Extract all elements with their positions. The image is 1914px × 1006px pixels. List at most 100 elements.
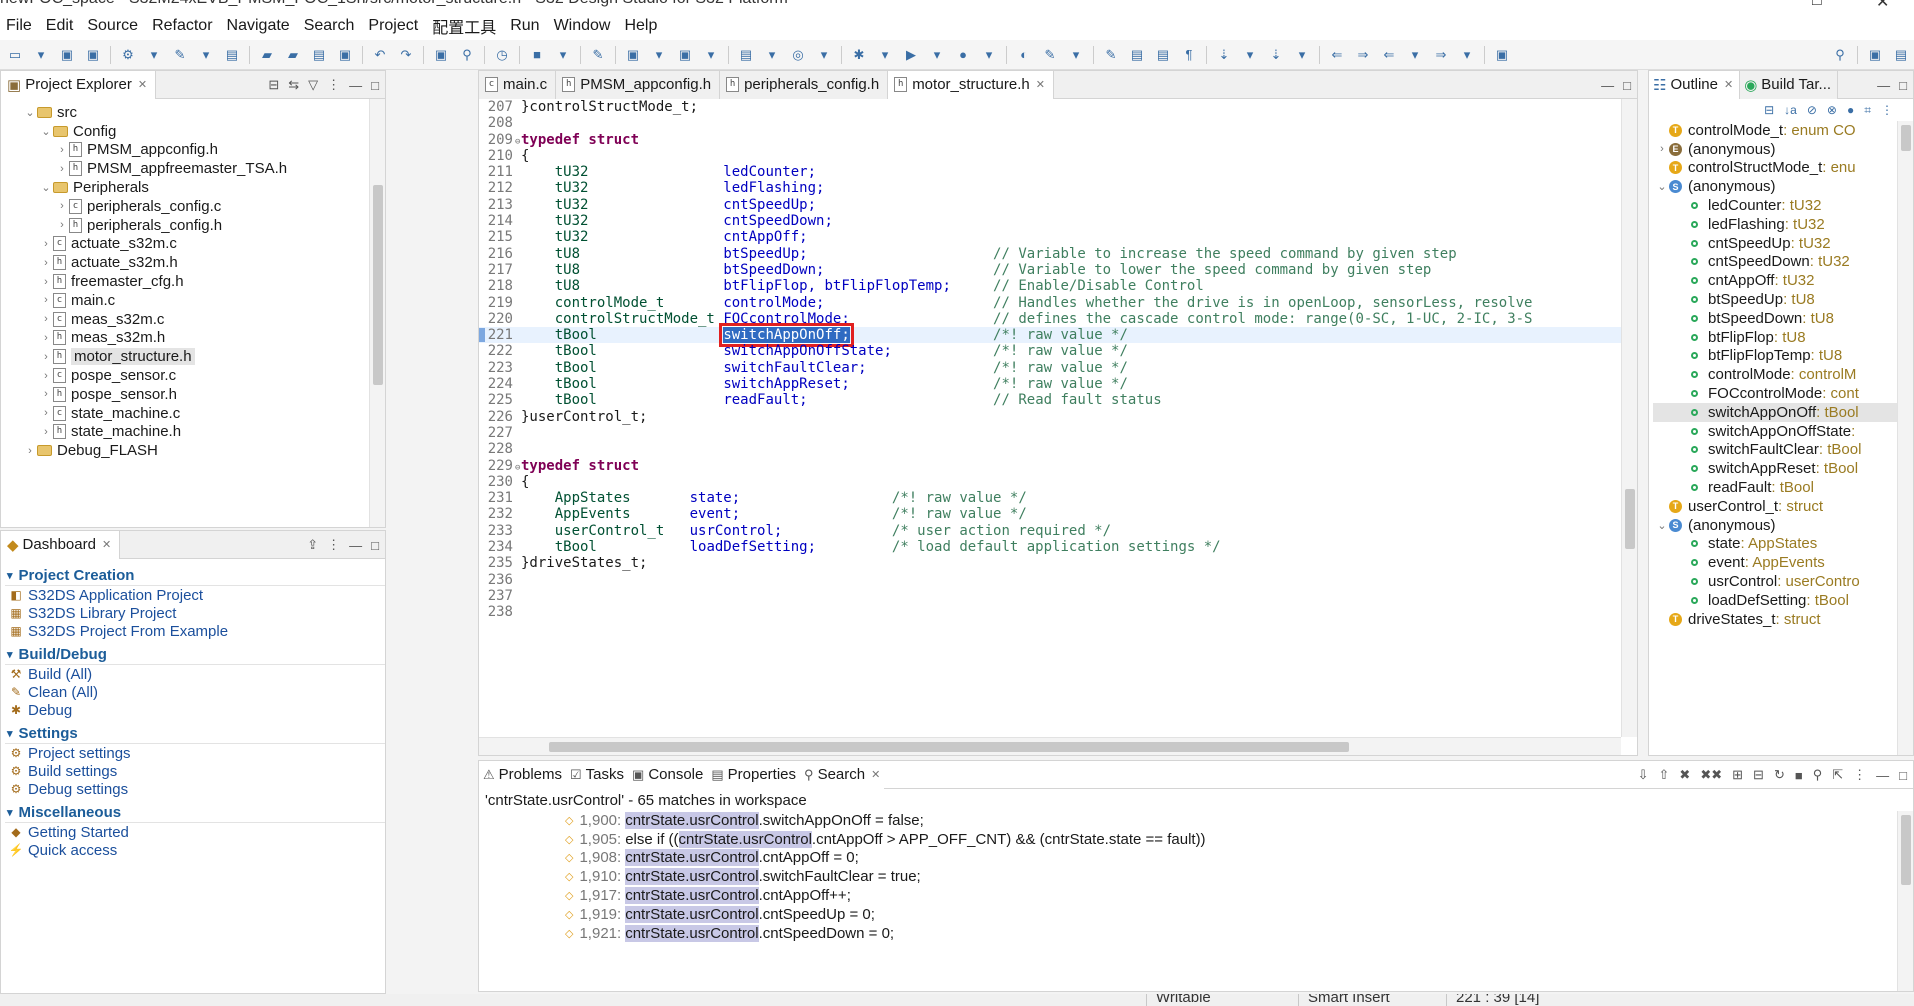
search-icon[interactable]: ⚲: [1830, 45, 1850, 65]
twisty-icon[interactable]: ⌄: [23, 106, 37, 119]
dashboard-link[interactable]: ⚒ Build (All): [1, 665, 385, 683]
toolbar-button-icon[interactable]: ◐: [1014, 45, 1034, 65]
tree-item[interactable]: › h pospe_sensor.h: [1, 385, 385, 404]
maximize-icon[interactable]: □: [1623, 78, 1631, 93]
outline-item[interactable]: usrControl : userContro: [1653, 572, 1913, 591]
toolbar-button-icon[interactable]: ▾: [814, 45, 834, 65]
menu-item[interactable]: Run: [504, 17, 547, 35]
tab-outline[interactable]: ☷ Outline ✕: [1649, 71, 1741, 99]
toolbar-button-icon[interactable]: ▾: [927, 45, 947, 65]
menu-item[interactable]: Window: [548, 17, 619, 35]
twisty-icon[interactable]: ›: [39, 257, 53, 269]
section-header[interactable]: ▾ Build/Debug: [1, 644, 385, 664]
outline-item[interactable]: switchFaultClear : tBool: [1653, 441, 1913, 460]
tab-console[interactable]: ▣ Console: [628, 761, 708, 789]
prev-match-icon[interactable]: ⇧: [1659, 767, 1670, 783]
dashboard-link[interactable]: ✎ Clean (All): [1, 683, 385, 701]
toolbar-button-icon[interactable]: ↶: [370, 45, 390, 65]
history-icon[interactable]: ⚲: [1813, 767, 1823, 783]
outline-item[interactable]: ⌄ S (anonymous): [1653, 177, 1913, 196]
twisty-icon[interactable]: ⌄: [39, 125, 53, 138]
outline-item[interactable]: loadDefSetting : tBool: [1653, 591, 1913, 610]
toolbar-button-icon[interactable]: ▾: [1292, 45, 1312, 65]
editor-vscrollbar[interactable]: [1621, 99, 1637, 737]
tree-item[interactable]: › c meas_s32m.c: [1, 310, 385, 329]
code-area[interactable]: 207}controlStructMode_t; 208 209 ⊖typedef s…: [479, 99, 1621, 737]
close-icon[interactable]: ✕: [871, 768, 880, 781]
tab-tasks[interactable]: ☑ Tasks: [566, 761, 629, 789]
tree-item[interactable]: › c actuate_s32m.c: [1, 235, 385, 254]
twisty-icon[interactable]: ›: [39, 276, 53, 288]
toolbar-button-icon[interactable]: ✱: [849, 45, 869, 65]
toolbar-button-icon[interactable]: ▤: [1153, 45, 1173, 65]
twisty-icon[interactable]: ›: [39, 332, 53, 344]
toolbar-button-icon[interactable]: ▣: [431, 45, 451, 65]
tree-item[interactable]: › c pospe_sensor.c: [1, 366, 385, 385]
tab-problems[interactable]: ⚠ Problems: [479, 761, 567, 789]
menu-item[interactable]: Edit: [40, 17, 82, 35]
toolbar-button-icon[interactable]: ▾: [196, 45, 216, 65]
menu-item[interactable]: Search: [298, 17, 363, 35]
scrollbar-thumb[interactable]: [1901, 125, 1911, 151]
close-icon[interactable]: ✕: [102, 538, 111, 551]
tree-item[interactable]: › c state_machine.c: [1, 404, 385, 423]
toolbar-button-icon[interactable]: ◷: [492, 45, 512, 65]
tree-item[interactable]: ⌄ src: [1, 103, 385, 122]
explorer-scrollbar[interactable]: [369, 99, 385, 527]
twisty-icon[interactable]: ›: [55, 200, 69, 212]
search-match[interactable]: ◇ 1,917: cntrState.usrControl .cntAppOff++;: [565, 886, 1913, 905]
tree-item[interactable]: ⌄ Peripherals: [1, 178, 385, 197]
maximize-icon[interactable]: □: [371, 78, 379, 93]
expand-all-icon[interactable]: ⊞: [1732, 767, 1743, 783]
editor-hscrollbar[interactable]: [479, 737, 1621, 755]
toolbar-button-icon[interactable]: ▾: [1405, 45, 1425, 65]
close-icon[interactable]: ✕: [1724, 78, 1733, 91]
tree-item[interactable]: ⌄ Config: [1, 122, 385, 141]
search-match[interactable]: ◇ 1,919: cntrState.usrControl .cntSpeedUp =…: [565, 905, 1913, 924]
tree-item[interactable]: › h peripherals_config.h: [1, 216, 385, 235]
hide-static-icon[interactable]: ⊗: [1827, 103, 1837, 117]
view-menu-icon[interactable]: ⋮: [327, 77, 340, 93]
dashboard-link[interactable]: ▦ S32DS Library Project: [1, 604, 385, 622]
menu-item[interactable]: Project: [362, 17, 426, 35]
toolbar-button-icon[interactable]: ⇣: [1266, 45, 1286, 65]
tree-item[interactable]: › Debug_FLASH: [1, 441, 385, 460]
scrollbar-thumb[interactable]: [1901, 815, 1911, 885]
twisty-icon[interactable]: ›: [55, 219, 69, 231]
collapse-triangle-icon[interactable]: ▾: [7, 569, 13, 582]
twisty-icon[interactable]: ›: [39, 294, 53, 306]
outline-item[interactable]: ledFlashing : tU32: [1653, 215, 1913, 234]
twisty-icon[interactable]: ›: [39, 351, 53, 363]
tree-item[interactable]: › h freemaster_cfg.h: [1, 272, 385, 291]
twisty-icon[interactable]: ›: [55, 163, 69, 175]
toolbar-button-icon[interactable]: ▾: [875, 45, 895, 65]
toolbar-button-icon[interactable]: ▶: [901, 45, 921, 65]
outline-item[interactable]: btFlipFlopTemp : tU8: [1653, 347, 1913, 366]
toolbar-button-icon[interactable]: ▣: [57, 45, 77, 65]
toolbar-button-icon[interactable]: ●: [953, 45, 973, 65]
editor-tab[interactable]: c main.c: [479, 71, 557, 99]
twisty-icon[interactable]: ›: [39, 388, 53, 400]
maximize-icon[interactable]: □: [371, 538, 379, 553]
toolbar-button-icon[interactable]: ⚙: [118, 45, 138, 65]
close-icon[interactable]: ✕: [1036, 78, 1045, 91]
tree-item[interactable]: › h PMSM_appconfig.h: [1, 141, 385, 160]
section-header[interactable]: ▾ Settings: [1, 723, 385, 743]
toolbar-button-icon[interactable]: ✎: [1101, 45, 1121, 65]
outline-item[interactable]: TcontrolMode_t : enum CO: [1653, 121, 1913, 140]
dashboard-link[interactable]: ⚙ Build settings: [1, 762, 385, 780]
import-icon[interactable]: ⇪: [307, 537, 318, 553]
collapse-all-icon[interactable]: ⊟: [1753, 767, 1764, 783]
outline-item[interactable]: cntSpeedDown : tU32: [1653, 253, 1913, 272]
toolbar-button-icon[interactable]: ▾: [1066, 45, 1086, 65]
outline-item[interactable]: btSpeedDown : tU8: [1653, 309, 1913, 328]
toolbar-button-icon[interactable]: ▾: [553, 45, 573, 65]
toolbar-button-icon[interactable]: ▭: [5, 45, 25, 65]
tree-item[interactable]: › h meas_s32m.h: [1, 329, 385, 348]
filter-icon[interactable]: ▽: [308, 77, 318, 93]
maximize-icon[interactable]: □: [1812, 0, 1822, 10]
dashboard-link[interactable]: ✱ Debug: [1, 701, 385, 719]
minimize-icon[interactable]: —: [349, 78, 362, 93]
twisty-icon[interactable]: ›: [39, 370, 53, 382]
twisty-icon[interactable]: ⌄: [1655, 519, 1669, 532]
